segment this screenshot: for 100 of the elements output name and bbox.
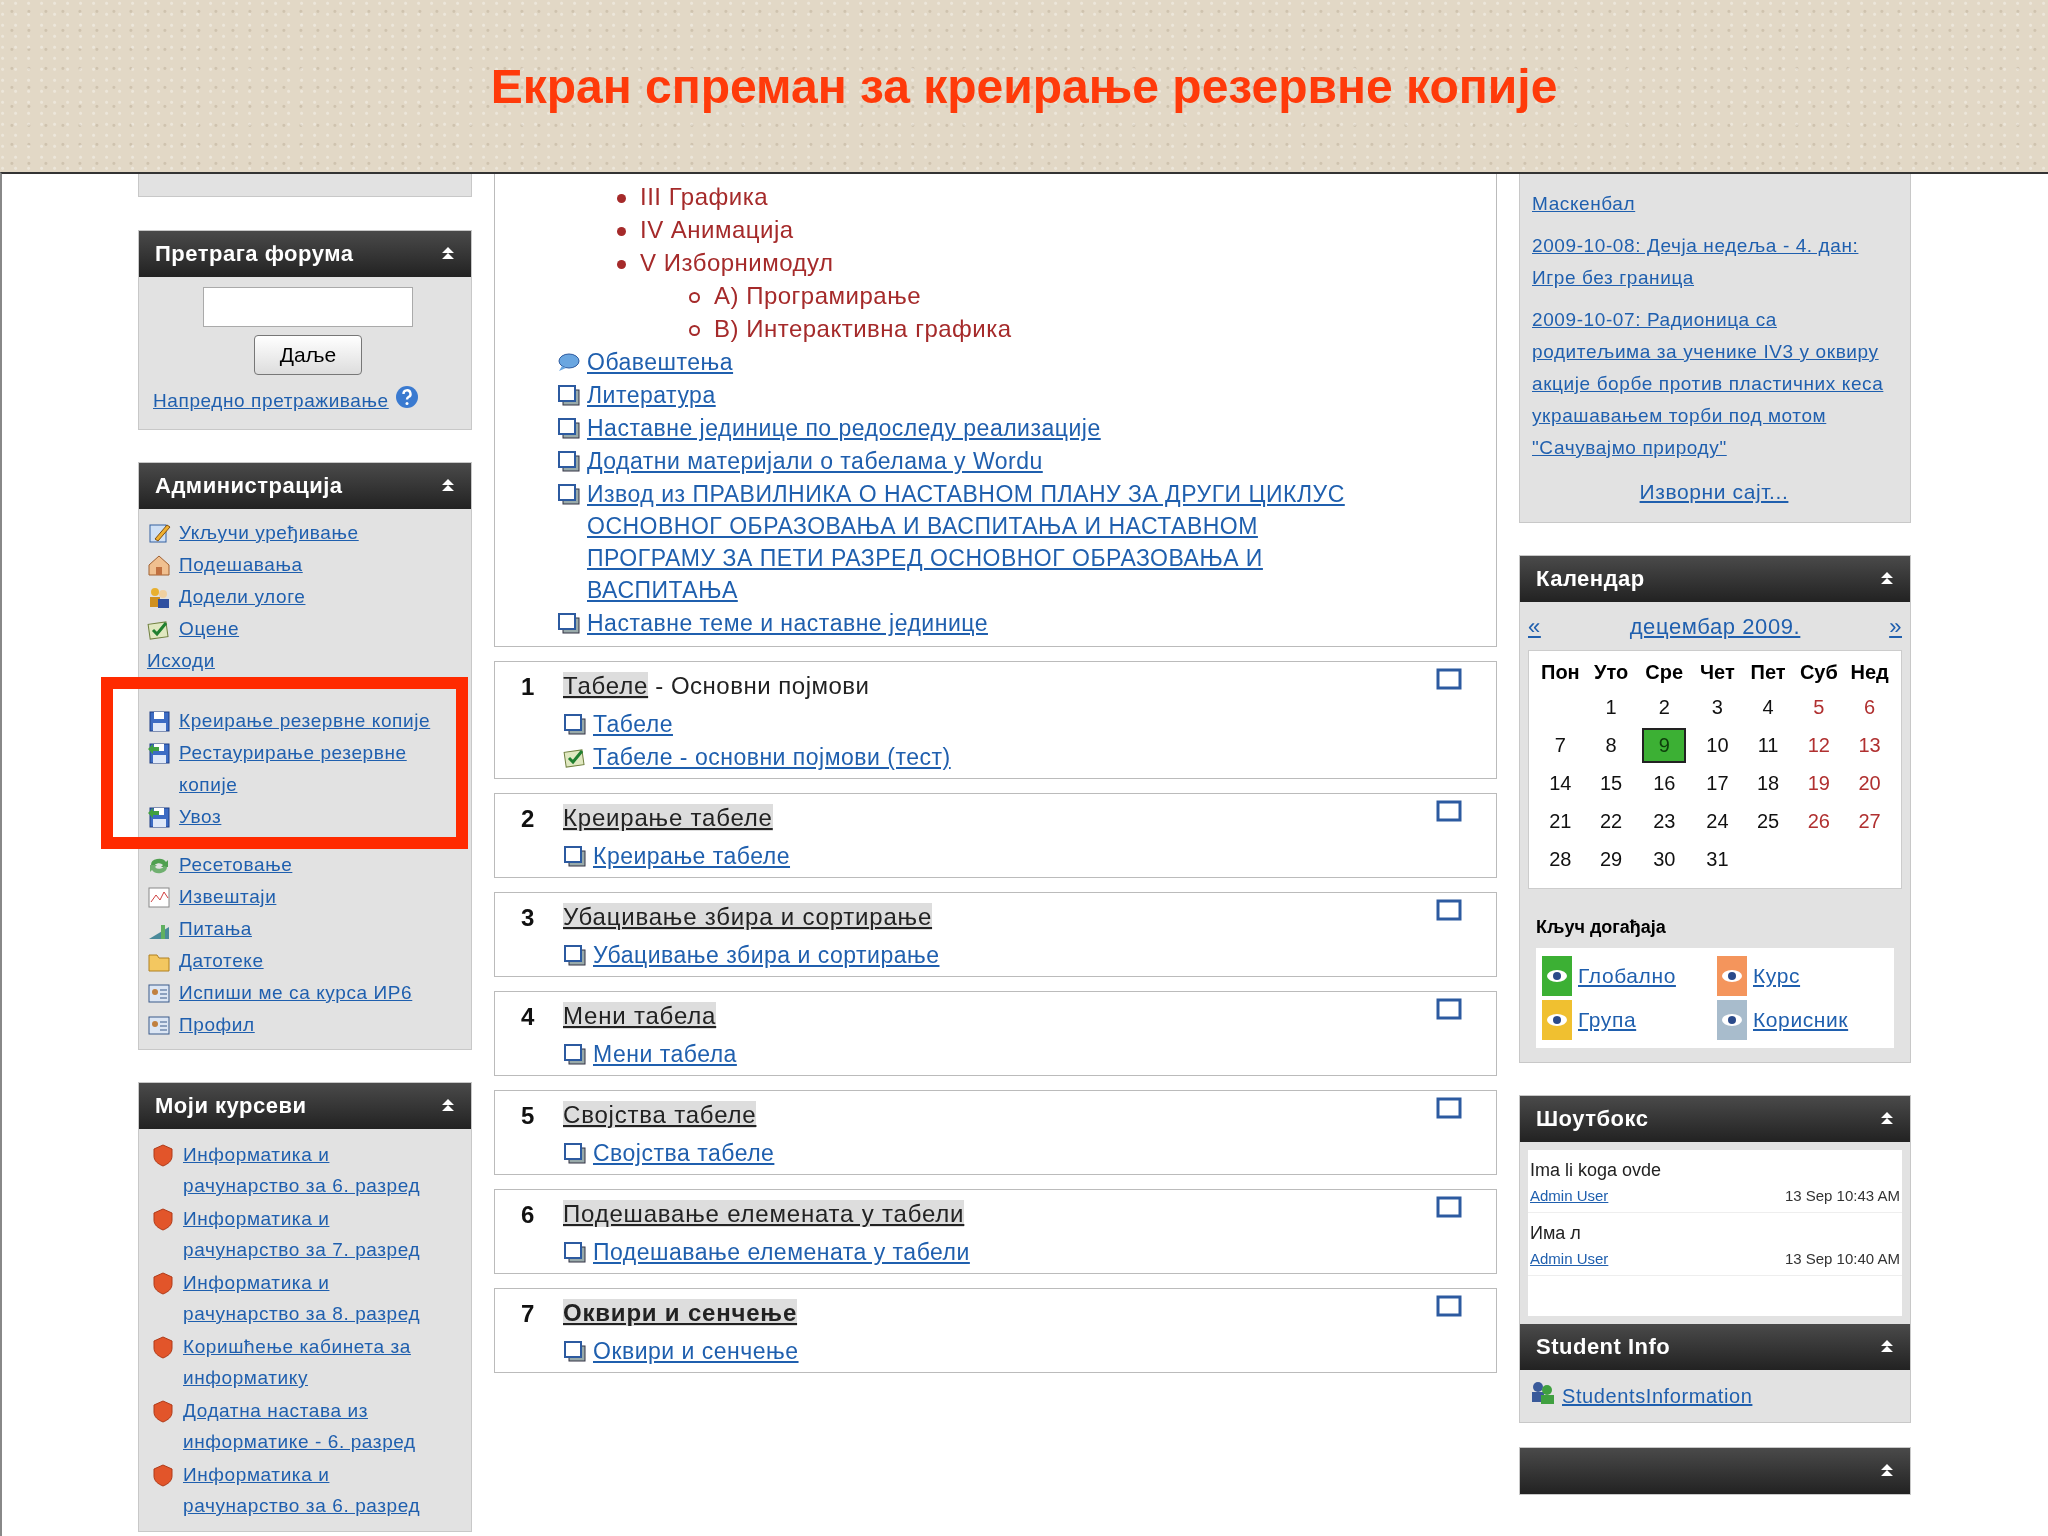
calendar-day[interactable]: 1: [1591, 691, 1632, 723]
eye-icon[interactable]: [1721, 1013, 1743, 1027]
square-icon[interactable]: [1436, 1196, 1462, 1218]
calendar-day[interactable]: 29: [1591, 843, 1632, 875]
calendar-day[interactable]: 31: [1697, 843, 1738, 875]
section-title[interactable]: Оквири и сенчење: [563, 1299, 798, 1326]
advanced-search-link[interactable]: Напредно претраживање: [153, 385, 389, 417]
calendar-day[interactable]: 9: [1642, 727, 1687, 763]
admin-link[interactable]: Оцене: [179, 613, 240, 645]
go-button[interactable]: Даље: [254, 335, 362, 375]
previous-month-link[interactable]: «: [1528, 614, 1541, 640]
section-title[interactable]: Својства табеле: [563, 1101, 757, 1128]
calendar-day[interactable]: 12: [1798, 729, 1839, 761]
section-title[interactable]: Креирање табеле: [563, 804, 773, 831]
admin-link[interactable]: Додели улоге: [179, 581, 306, 613]
collapse-icon[interactable]: [1880, 1340, 1894, 1354]
resource-link[interactable]: Извод из ПРАВИЛНИКА О НАСТАВНОМ ПЛАНУ ЗА ДРУГИ ЦИКЛУС ОСНОВНОГ ОБРАЗОВАЊА И ВАСПИТАЊА И НАСТАВНОМ ПРОГРАМУ ЗА ПЕТИ РАЗРЕД ОСНОВНОГ ОБРАЗОВАЊА И ВАСПИТАЊА: [587, 478, 1357, 606]
collapse-icon[interactable]: [441, 1099, 455, 1113]
calendar-day[interactable]: 23: [1644, 805, 1685, 837]
calendar-day[interactable]: 15: [1591, 767, 1632, 799]
calendar-day[interactable]: 6: [1849, 691, 1890, 723]
calendar-day[interactable]: 14: [1540, 767, 1581, 799]
calendar-day[interactable]: 21: [1540, 805, 1581, 837]
collapse-icon[interactable]: [1880, 1464, 1894, 1478]
admin-link[interactable]: Укључи уређивање: [179, 517, 359, 549]
course-link[interactable]: Додатна настава из информатике - 6. разред: [183, 1395, 445, 1457]
collapse-icon[interactable]: [1880, 572, 1894, 586]
admin-link[interactable]: Рестаурирање резервне копије: [179, 737, 439, 801]
calendar-day[interactable]: 28: [1540, 843, 1581, 875]
square-icon[interactable]: [1436, 1097, 1462, 1119]
section-title[interactable]: Подешавање елемената у табели: [563, 1200, 965, 1227]
square-icon[interactable]: [1436, 1295, 1462, 1317]
course-link[interactable]: Информатика и рачунарство за 8. разред: [183, 1267, 445, 1329]
news-link[interactable]: Маскенбал: [1532, 188, 1896, 220]
square-icon[interactable]: [1436, 899, 1462, 921]
students-information-link[interactable]: StudentsInformation: [1562, 1380, 1753, 1412]
admin-link[interactable]: Питања: [179, 913, 252, 945]
resource-link[interactable]: Мени табела: [593, 1038, 737, 1070]
collapse-icon[interactable]: [441, 247, 455, 261]
admin-link[interactable]: Креирање резервне копије: [179, 705, 431, 737]
event-key-link[interactable]: Група: [1578, 1008, 1637, 1032]
calendar-day[interactable]: 7: [1540, 729, 1581, 761]
course-link[interactable]: Информатика и рачунарство за 7. разред: [183, 1203, 445, 1265]
news-link[interactable]: 2009-10-07: Радионица са родитељима за ученике IV3 у оквиру акције борбе против пластичних кеса украшавањем торби под мотом "Сачувајмо природу": [1532, 304, 1896, 464]
calendar-day[interactable]: 25: [1748, 805, 1789, 837]
resource-link[interactable]: Табеле - основни појмови (тест): [593, 741, 951, 773]
calendar-day[interactable]: 18: [1748, 767, 1789, 799]
resource-link[interactable]: Литература: [587, 379, 716, 411]
calendar-day[interactable]: 22: [1591, 805, 1632, 837]
resource-link[interactable]: Убацивање збира и сортирање: [593, 939, 940, 971]
calendar-day[interactable]: 17: [1697, 767, 1738, 799]
calendar-day[interactable]: 20: [1849, 767, 1890, 799]
course-link[interactable]: Информатика и рачунарство за 6. разред: [183, 1459, 445, 1521]
calendar-day[interactable]: 30: [1644, 843, 1685, 875]
calendar-day[interactable]: 3: [1697, 691, 1738, 723]
calendar-day[interactable]: 2: [1644, 691, 1685, 723]
admin-link[interactable]: Испиши ме са курса ИР6: [179, 977, 413, 1009]
resource-link[interactable]: Оквири и сенчење: [593, 1335, 799, 1367]
admin-link[interactable]: Увоз: [179, 801, 222, 833]
calendar-day[interactable]: 4: [1748, 691, 1789, 723]
eye-icon[interactable]: [1546, 1013, 1568, 1027]
collapse-icon[interactable]: [441, 479, 455, 493]
calendar-day[interactable]: 19: [1798, 767, 1839, 799]
calendar-day[interactable]: 8: [1591, 729, 1632, 761]
author-link[interactable]: Admin User: [1530, 1247, 1609, 1271]
admin-link[interactable]: Подешавања: [179, 549, 303, 581]
admin-link[interactable]: Датотеке: [179, 945, 264, 977]
calendar-day[interactable]: 16: [1644, 767, 1685, 799]
calendar-day[interactable]: 11: [1748, 729, 1789, 761]
calendar-day[interactable]: 24: [1697, 805, 1738, 837]
resource-link[interactable]: Табеле: [593, 708, 673, 740]
course-link[interactable]: Информатика и рачунарство за 6. разред: [183, 1139, 445, 1201]
event-key-link[interactable]: Курс: [1753, 964, 1801, 988]
section-title[interactable]: Табеле: [563, 672, 649, 699]
eye-icon[interactable]: [1721, 969, 1743, 983]
calendar-day[interactable]: 13: [1849, 729, 1890, 761]
eye-icon[interactable]: [1546, 969, 1568, 983]
square-icon[interactable]: [1436, 998, 1462, 1020]
section-title[interactable]: Убацивање збира и сортирање: [563, 903, 933, 930]
admin-link[interactable]: Исходи: [147, 645, 215, 677]
course-link[interactable]: Коришћење кабинета за информатику: [183, 1331, 445, 1393]
event-key-link[interactable]: Корисник: [1753, 1008, 1849, 1032]
admin-link[interactable]: Извештаји: [179, 881, 277, 913]
search-field[interactable]: [203, 287, 413, 327]
calendar-day[interactable]: 27: [1849, 805, 1890, 837]
collapse-icon[interactable]: [1880, 1112, 1894, 1126]
event-key-link[interactable]: Глобално: [1578, 964, 1676, 988]
admin-link[interactable]: Ресетовање: [179, 849, 293, 881]
calendar-day[interactable]: 5: [1798, 691, 1839, 723]
calendar-day[interactable]: 26: [1798, 805, 1839, 837]
square-icon[interactable]: [1436, 800, 1462, 822]
calendar-day[interactable]: 10: [1697, 729, 1738, 761]
source-link[interactable]: Изворни сајт...: [1639, 480, 1789, 503]
resource-link[interactable]: Наставне теме и наставне јединице: [587, 607, 988, 639]
section-title[interactable]: Мени табела: [563, 1002, 717, 1029]
month-link[interactable]: децембар 2009.: [1629, 614, 1801, 640]
help-icon[interactable]: [394, 385, 419, 409]
resource-link[interactable]: Својства табеле: [593, 1137, 775, 1169]
resource-link[interactable]: Наставне јединице по редоследу реализације: [587, 412, 1101, 444]
next-month-link[interactable]: »: [1889, 614, 1902, 640]
